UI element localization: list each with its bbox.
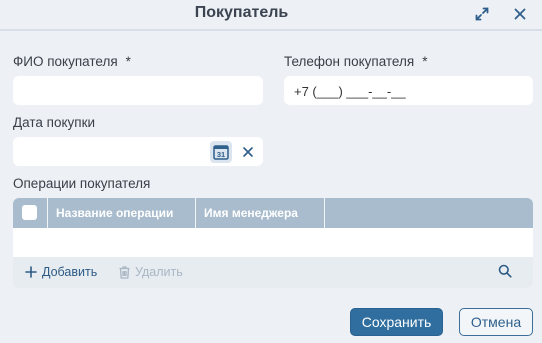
- operations-grid: Название операции Имя менеджера Добавить…: [13, 198, 533, 288]
- grid-header: Название операции Имя менеджера: [13, 198, 533, 228]
- fio-required-mark: *: [125, 54, 131, 69]
- dialog-header: Покупатель: [0, 0, 542, 31]
- save-button[interactable]: Сохранить: [350, 308, 443, 336]
- fio-label-text: ФИО покупателя: [13, 54, 118, 69]
- dialog-title: Покупатель: [194, 4, 289, 21]
- column-header-operation[interactable]: Название операции: [48, 198, 195, 228]
- phone-label-text: Телефон покупателя: [284, 54, 415, 69]
- search-icon[interactable]: [498, 264, 514, 280]
- fio-input[interactable]: [13, 76, 263, 105]
- date-label: Дата покупки: [13, 115, 96, 130]
- delete-button-label: Удалить: [135, 265, 183, 279]
- grid-body-empty: [13, 228, 533, 257]
- phone-required-mark: *: [422, 54, 428, 69]
- delete-button[interactable]: Удалить: [119, 265, 183, 279]
- column-header-manager[interactable]: Имя менеджера: [196, 198, 324, 228]
- expand-icon[interactable]: [471, 3, 493, 25]
- clear-icon[interactable]: [237, 141, 259, 163]
- operations-label: Операции покупателя: [13, 176, 151, 191]
- fio-label: ФИО покупателя *: [13, 54, 131, 69]
- trash-icon: [119, 265, 130, 279]
- add-button[interactable]: Добавить: [25, 265, 97, 279]
- column-separator: [324, 198, 325, 228]
- grid-toolbar: Добавить Удалить: [13, 257, 533, 288]
- buyer-dialog: Покупатель ФИО покупателя * Телефон покуп…: [0, 0, 542, 343]
- calendar-icon[interactable]: 31: [210, 141, 232, 163]
- calendar-glyph: 31: [217, 150, 225, 159]
- phone-input[interactable]: +7 (___) ___-__-__: [284, 76, 533, 105]
- close-icon[interactable]: [509, 3, 531, 25]
- cancel-button[interactable]: Отмена: [459, 308, 533, 336]
- add-button-label: Добавить: [42, 265, 98, 279]
- plus-icon: [25, 266, 37, 278]
- select-all-checkbox[interactable]: [22, 205, 37, 220]
- phone-label: Телефон покупателя *: [284, 54, 427, 69]
